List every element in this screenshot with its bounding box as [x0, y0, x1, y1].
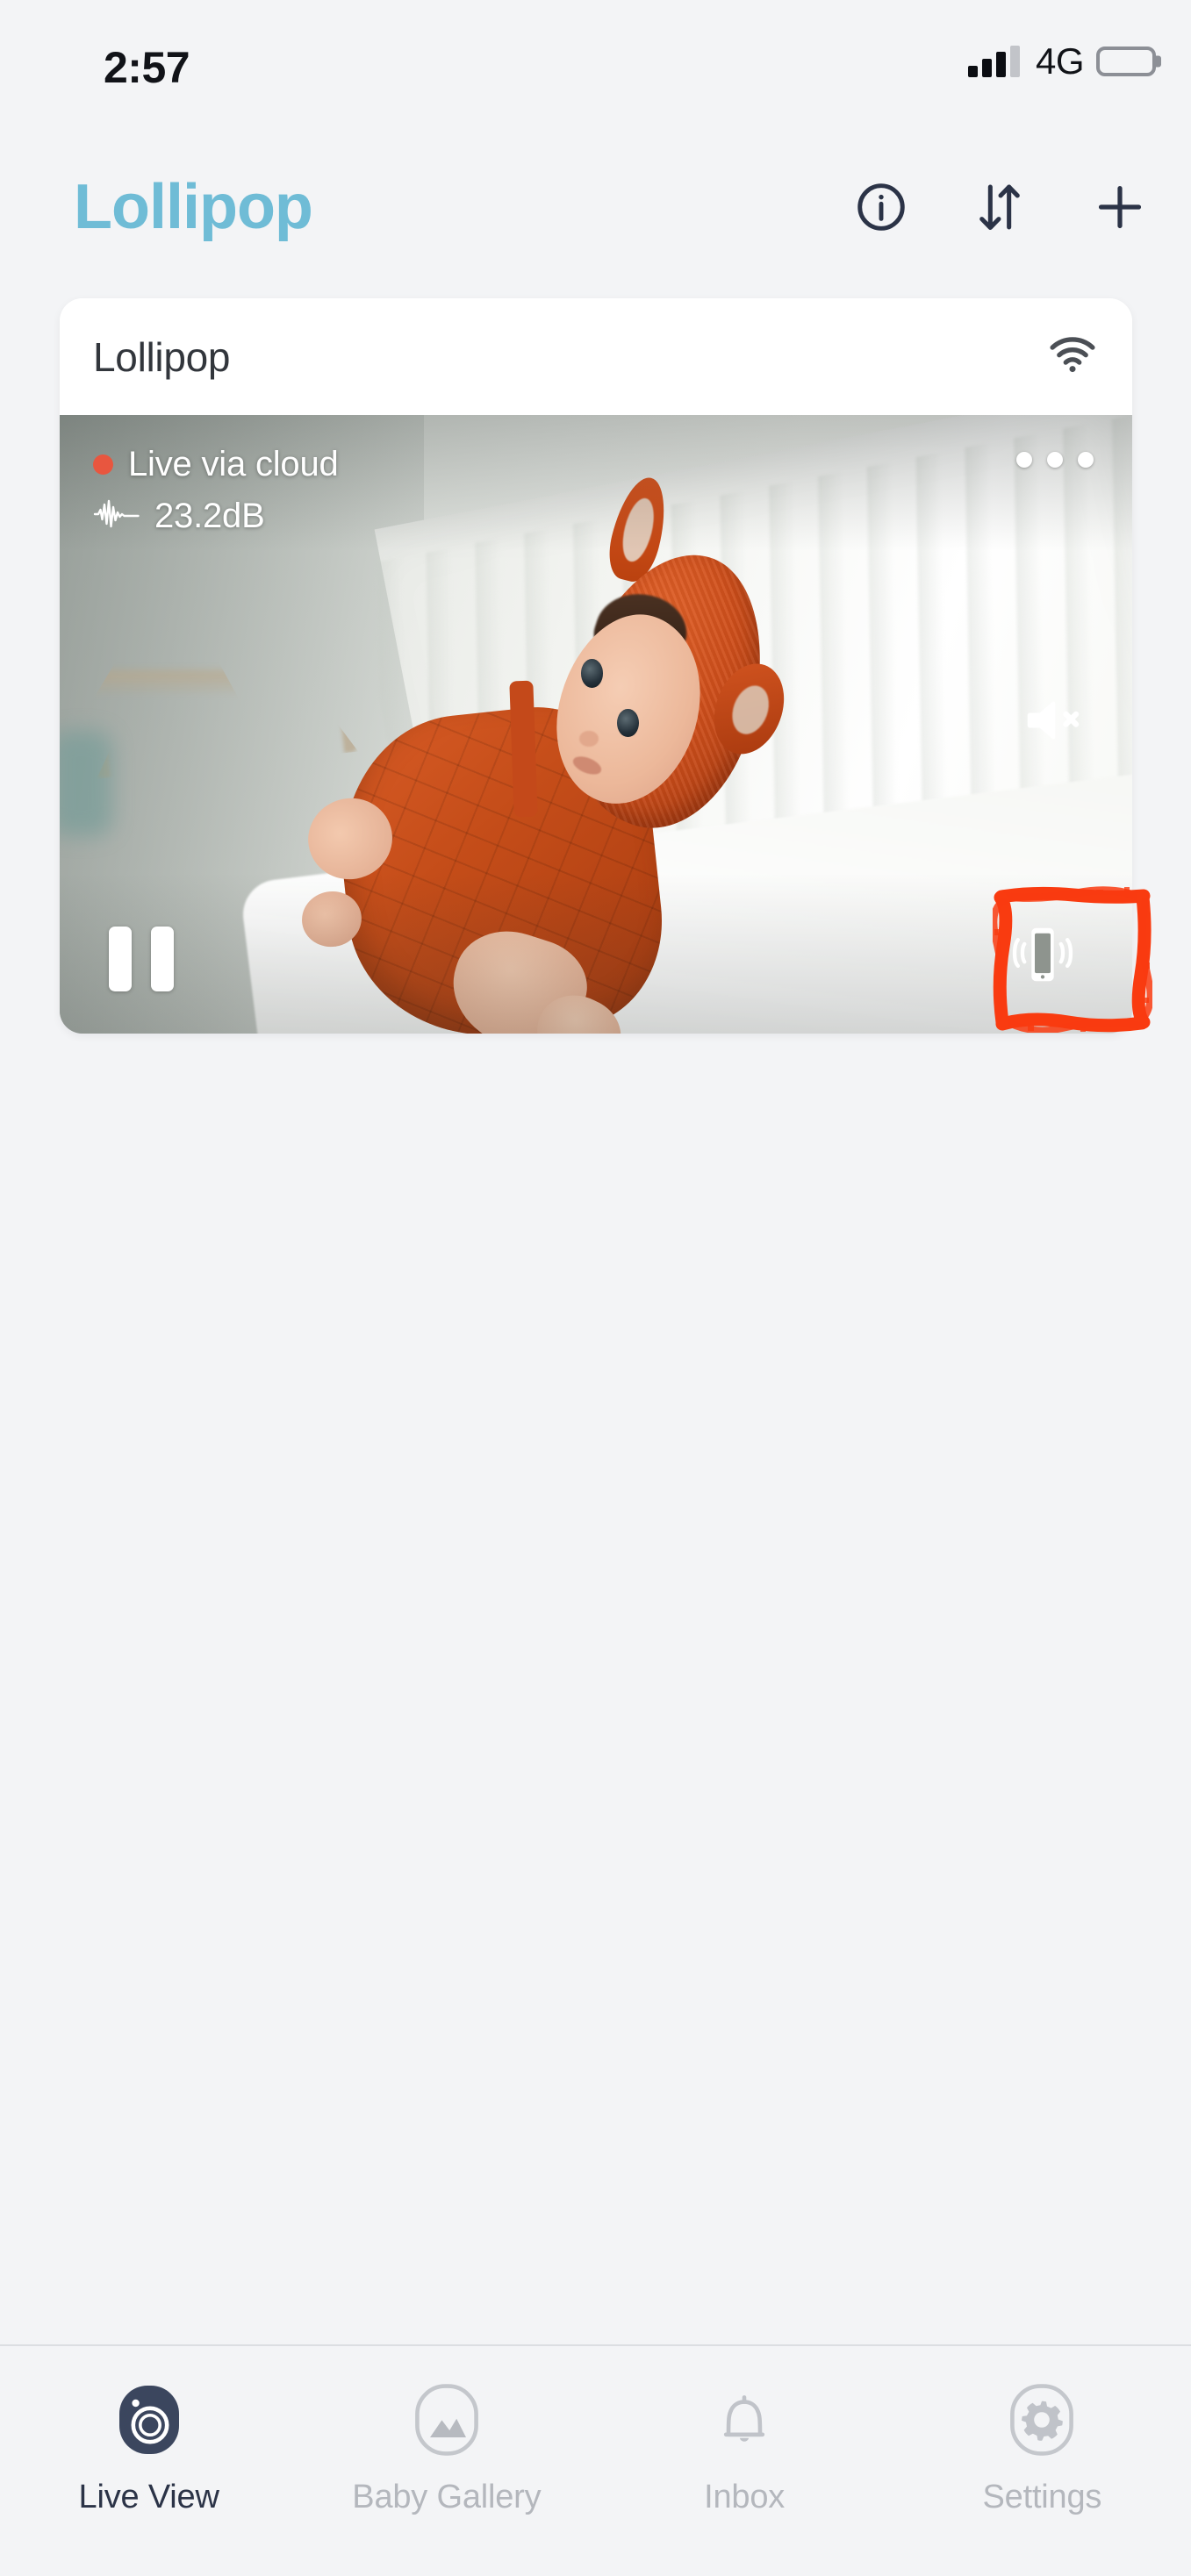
stream-status-overlay: Live via cloud 23.2dB: [93, 445, 339, 536]
speaker-muted-icon[interactable]: [1022, 694, 1090, 751]
tab-label-settings: Settings: [982, 2479, 1102, 2515]
tab-settings[interactable]: Settings: [893, 2383, 1191, 2516]
tab-baby-gallery[interactable]: Baby Gallery: [298, 2383, 595, 2516]
tab-label-baby-gallery: Baby Gallery: [352, 2479, 542, 2515]
tab-live-view[interactable]: Live View: [0, 2383, 298, 2516]
network-type-label: 4G: [1035, 40, 1085, 82]
sound-wave-icon: [93, 499, 142, 533]
more-options-icon[interactable]: [1016, 452, 1094, 468]
app-header: Lollipop: [0, 171, 1191, 268]
camera-name: Lollipop: [93, 333, 231, 380]
photo-icon: [413, 2383, 480, 2461]
status-bar-clock: 2:57: [104, 43, 190, 92]
app-screen: 2:57 4G Lollipop Lollipop Live via cloud…: [0, 0, 1191, 2576]
status-bar: 2:57 4G: [0, 0, 1191, 97]
info-icon[interactable]: [854, 180, 908, 239]
wifi-icon: [1048, 336, 1097, 377]
sort-icon[interactable]: [972, 179, 1028, 240]
tab-label-inbox: Inbox: [704, 2479, 786, 2515]
noise-level-value: 23.2dB: [154, 497, 265, 535]
tab-inbox[interactable]: Inbox: [596, 2383, 893, 2516]
bottom-navigation: Live View Baby Gallery Inbox Settings: [0, 2344, 1191, 2576]
header-actions: [854, 178, 1149, 240]
camera-icon: [116, 2383, 183, 2461]
live-status-label: Live via cloud: [128, 445, 339, 483]
live-video-stream[interactable]: Live via cloud 23.2dB: [60, 415, 1132, 1034]
noise-level-row: 23.2dB: [93, 497, 339, 536]
phone-vibrate-icon[interactable]: [1001, 917, 1085, 997]
status-bar-indicators: 4G: [967, 40, 1156, 82]
app-title: Lollipop: [74, 172, 313, 242]
signal-bars-icon: [967, 46, 1020, 77]
pause-icon[interactable]: [109, 927, 174, 991]
camera-card-header: Lollipop: [60, 298, 1132, 415]
live-indicator-dot: [93, 454, 113, 475]
gear-icon: [1008, 2383, 1075, 2461]
add-icon[interactable]: [1091, 178, 1149, 240]
bell-icon: [711, 2383, 778, 2461]
live-status-row: Live via cloud: [93, 445, 339, 484]
battery-icon: [1096, 47, 1156, 76]
tab-label-live-view: Live View: [78, 2479, 219, 2515]
camera-card[interactable]: Lollipop Live via cloud 23.2dB: [60, 298, 1132, 1034]
